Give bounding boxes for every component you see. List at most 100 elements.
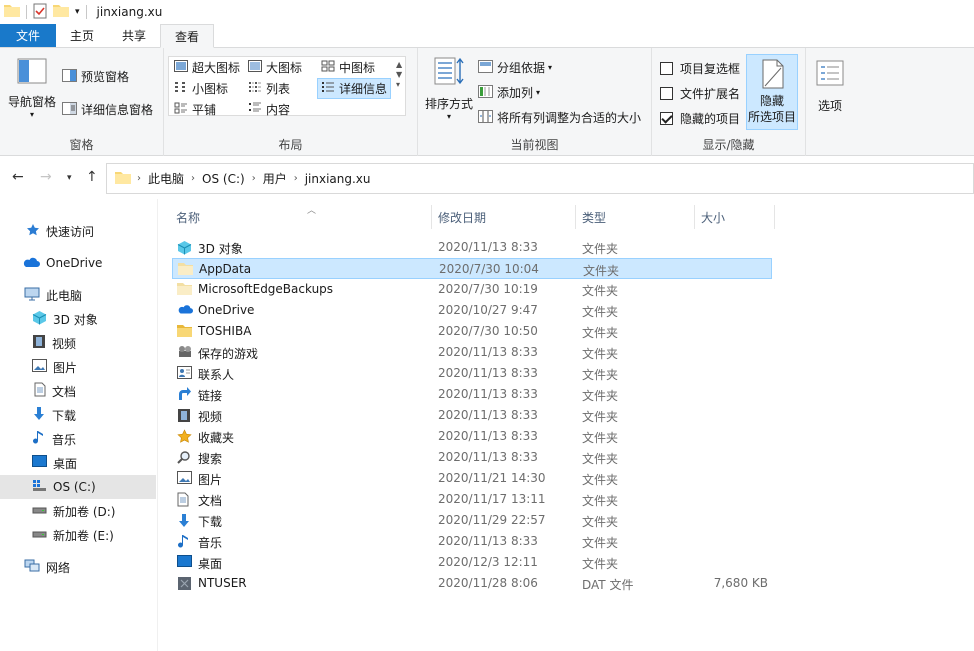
table-row[interactable]: 保存的游戏 2020/11/13 8:33 文件夹 xyxy=(172,342,772,363)
item-checkboxes-checkbox[interactable] xyxy=(660,62,673,75)
breadcrumb-separator-icon[interactable]: › xyxy=(137,173,141,184)
table-row[interactable]: 链接 2020/11/13 8:33 文件夹 xyxy=(172,384,772,405)
nav-3d-objects[interactable]: 3D 对象 xyxy=(0,307,156,331)
details-pane-button[interactable]: 详细信息窗格 xyxy=(62,101,153,118)
large-icons-icon xyxy=(248,60,262,75)
tab-view[interactable]: 查看 xyxy=(160,24,215,48)
add-column-button[interactable]: 添加列 ▾ xyxy=(478,84,540,101)
ribbon-tabs: 文件 主页 共享 查看 xyxy=(0,24,974,48)
item-checkboxes-toggle[interactable]: 项目复选框 xyxy=(660,60,740,77)
table-row[interactable]: 音乐 2020/11/13 8:33 文件夹 xyxy=(172,531,772,552)
back-button[interactable]: ← xyxy=(12,169,24,185)
preview-pane-icon xyxy=(62,68,77,85)
file-extensions-checkbox[interactable] xyxy=(660,87,673,100)
options-button[interactable]: 选项 xyxy=(808,60,852,114)
table-row[interactable]: 图片 2020/11/21 14:30 文件夹 xyxy=(172,468,772,489)
layout-tiles[interactable]: 平铺 xyxy=(174,101,216,118)
nav-videos[interactable]: 视频 xyxy=(0,331,156,355)
preview-pane-button[interactable]: 预览窗格 xyxy=(62,68,129,85)
panes-group: 导航窗格 ▾ 预览窗格 详细信息窗格 窗格 xyxy=(0,48,164,156)
table-row[interactable]: MicrosoftEdgeBackups 2020/7/30 10:19 文件夹 xyxy=(172,279,772,300)
table-row[interactable]: 视频 2020/11/13 8:33 文件夹 xyxy=(172,405,772,426)
table-row[interactable]: 下载 2020/11/29 22:57 文件夹 xyxy=(172,510,772,531)
table-row[interactable]: 文档 2020/11/17 13:11 文件夹 xyxy=(172,489,772,510)
breadcrumb-separator-icon[interactable]: › xyxy=(252,173,256,184)
hidden-items-checkbox[interactable] xyxy=(660,112,673,125)
folder-icon[interactable] xyxy=(4,3,20,21)
tab-home[interactable]: 主页 xyxy=(56,24,108,47)
group-by-icon xyxy=(478,59,493,76)
file-date: 2020/11/13 8:33 xyxy=(438,450,538,464)
file-name: TOSHIBA xyxy=(198,324,252,338)
nav-this-pc[interactable]: 此电脑 xyxy=(0,283,156,307)
file-type: 文件夹 xyxy=(582,452,619,466)
table-row[interactable]: 收藏夹 2020/11/13 8:33 文件夹 xyxy=(172,426,772,447)
table-row[interactable]: TOSHIBA 2020/7/30 10:50 文件夹 xyxy=(172,321,772,342)
extra-large-icons-icon xyxy=(174,60,188,75)
nav-pictures[interactable]: 图片 xyxy=(0,355,156,379)
table-row[interactable]: 3D 对象 2020/11/13 8:33 文件夹 xyxy=(172,237,772,258)
breadcrumb-users[interactable]: 用户 xyxy=(263,170,287,187)
nav-downloads[interactable]: 下载 xyxy=(0,403,156,427)
column-header-date[interactable]: 修改日期 xyxy=(432,205,576,229)
new-folder-icon[interactable] xyxy=(53,3,69,21)
nav-pane-button[interactable]: 导航窗格 ▾ xyxy=(6,58,58,119)
address-bar[interactable]: › 此电脑 › OS (C:) › 用户 › jinxiang.xu xyxy=(106,163,974,194)
table-row[interactable]: NTUSER 2020/11/28 8:06 DAT 文件 7,680 KB xyxy=(172,573,772,594)
column-header-size[interactable]: 大小 xyxy=(695,205,775,229)
breadcrumb-this-pc[interactable]: 此电脑 xyxy=(148,170,184,187)
layout-label: 详细信息 xyxy=(339,82,388,96)
layout-extra-large-icons[interactable]: 超大图标 xyxy=(174,59,240,76)
nav-os-c[interactable]: OS (C:) xyxy=(0,475,156,499)
nav-desktop[interactable]: 桌面 xyxy=(0,451,156,475)
layout-details[interactable]: 详细信息 xyxy=(317,78,392,99)
file-date: 2020/11/13 8:33 xyxy=(438,366,538,380)
nav-drive-e[interactable]: 新加卷 (E:) xyxy=(0,523,156,547)
file-name: AppData xyxy=(199,262,252,276)
nav-network[interactable]: 网络 xyxy=(0,555,156,579)
properties-icon[interactable] xyxy=(33,3,47,21)
nav-documents[interactable]: 文档 xyxy=(0,379,156,403)
table-row[interactable]: 搜索 2020/11/13 8:33 文件夹 xyxy=(172,447,772,468)
layout-large-icons[interactable]: 大图标 xyxy=(248,59,302,76)
recent-locations-chevron-icon[interactable]: ▾ xyxy=(67,173,72,183)
layout-small-icons[interactable]: 小图标 xyxy=(174,80,228,97)
breadcrumb-separator-icon[interactable]: › xyxy=(191,173,195,184)
nav-onedrive[interactable]: OneDrive xyxy=(0,251,156,275)
sort-by-button[interactable]: 排序方式 ▾ xyxy=(422,56,476,121)
hide-selected-button[interactable]: 隐藏 所选项目 xyxy=(746,54,798,130)
customize-toolbar-chevron-icon[interactable]: ▾ xyxy=(75,3,80,21)
breadcrumb-current-folder[interactable]: jinxiang.xu xyxy=(305,172,371,186)
3d-cube-icon xyxy=(177,240,192,258)
layout-content[interactable]: 内容 xyxy=(248,101,290,118)
table-row[interactable]: 联系人 2020/11/13 8:33 文件夹 xyxy=(172,363,772,384)
nav-label: 新加卷 (D:) xyxy=(53,504,116,519)
layout-medium-icons[interactable]: 中图标 xyxy=(321,59,375,76)
table-row[interactable]: 桌面 2020/12/3 12:11 文件夹 xyxy=(172,552,772,573)
layout-scroll-arrows-icon[interactable]: ▲ ▼ ▾ xyxy=(396,60,402,90)
tab-share[interactable]: 共享 xyxy=(108,24,160,47)
table-row[interactable]: AppData 2020/7/30 10:04 文件夹 xyxy=(172,258,772,279)
up-button[interactable]: ↑ xyxy=(86,169,98,185)
breadcrumb-os-c[interactable]: OS (C:) xyxy=(202,172,245,186)
nav-drive-d[interactable]: 新加卷 (D:) xyxy=(0,499,156,523)
layout-list[interactable]: 列表 xyxy=(248,80,290,97)
contacts-icon xyxy=(177,366,192,382)
list-view-icon xyxy=(248,81,262,96)
file-extensions-toggle[interactable]: 文件扩展名 xyxy=(660,85,740,102)
fit-columns-button[interactable]: 将所有列调整为合适的大小 xyxy=(478,109,641,126)
file-name: 联系人 xyxy=(198,368,235,382)
chevron-down-icon: ▾ xyxy=(548,63,553,72)
tab-file[interactable]: 文件 xyxy=(0,24,56,47)
hidden-items-toggle[interactable]: 隐藏的项目 xyxy=(660,110,740,127)
breadcrumb-separator-icon[interactable]: › xyxy=(294,173,298,184)
group-by-button[interactable]: 分组依据 ▾ xyxy=(478,59,552,76)
nav-quick-access[interactable]: 快速访问 xyxy=(0,219,156,243)
column-header-type[interactable]: 类型 xyxy=(576,205,695,229)
music-note-icon xyxy=(177,534,191,552)
column-header-name[interactable]: ︿ 名称 xyxy=(170,205,432,229)
star-pin-icon xyxy=(26,223,40,240)
forward-button[interactable]: → xyxy=(40,169,52,185)
table-row[interactable]: OneDrive 2020/10/27 9:47 文件夹 xyxy=(172,300,772,321)
nav-music[interactable]: 音乐 xyxy=(0,427,156,451)
